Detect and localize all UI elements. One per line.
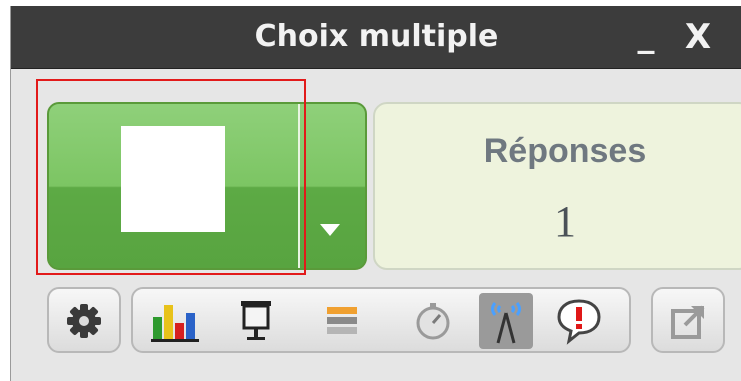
responses-panel: Réponses 1 <box>373 102 741 270</box>
selection-highlight <box>36 79 306 275</box>
tools-toolbar <box>131 287 631 353</box>
stopwatch-icon[interactable] <box>413 301 453 341</box>
broadcast-button[interactable] <box>479 293 533 349</box>
bar-chart-icon[interactable] <box>151 299 199 343</box>
broadcast-tower-icon <box>491 302 521 344</box>
settings-button[interactable] <box>47 287 121 353</box>
responses-label: Réponses <box>483 132 647 170</box>
dropdown-arrow-icon[interactable] <box>320 224 340 236</box>
export-icon <box>671 305 705 339</box>
close-button[interactable]: X <box>676 6 720 68</box>
window-content: Réponses 1 <box>11 69 741 381</box>
projector-screen-icon[interactable] <box>239 299 273 345</box>
title-bar[interactable]: Choix multiple _ X <box>11 6 741 69</box>
responses-count: 1 <box>554 197 576 246</box>
speech-bubble-alert-icon[interactable] <box>555 297 603 345</box>
stacked-bars-icon[interactable] <box>323 303 361 341</box>
export-button[interactable] <box>651 287 725 353</box>
choice-window: Choix multiple _ X Réponses 1 <box>10 6 741 381</box>
gear-icon <box>67 304 101 338</box>
minimize-button[interactable]: _ <box>626 6 666 68</box>
